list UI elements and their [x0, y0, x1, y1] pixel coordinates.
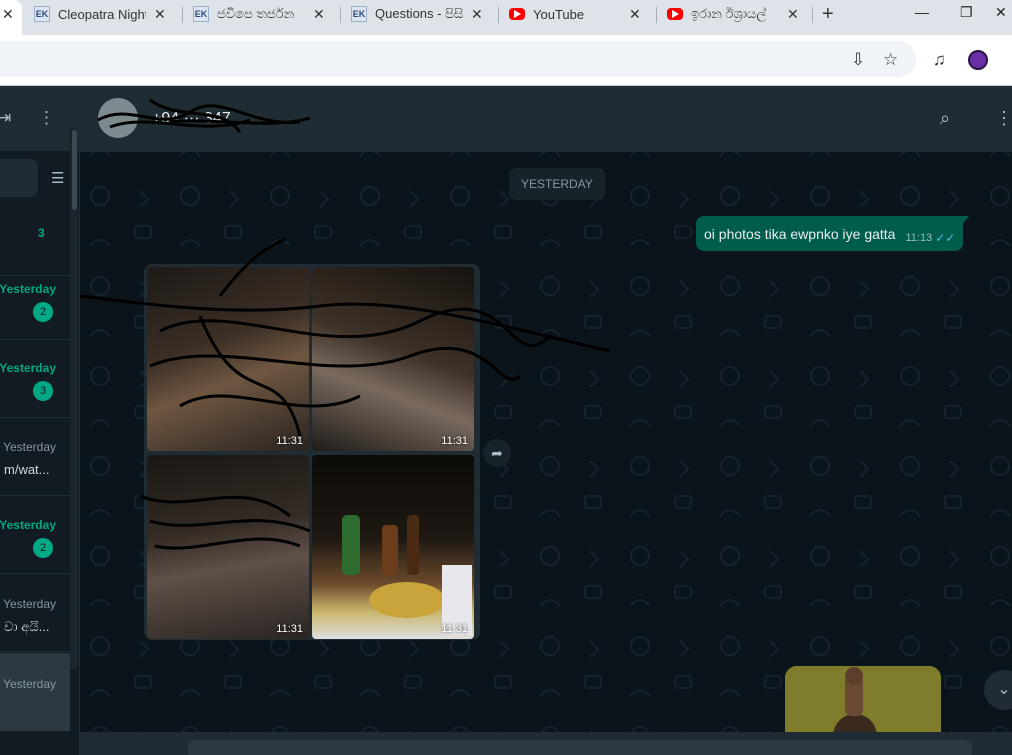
unread-badge: 3 [33, 381, 53, 401]
window-close-icon[interactable]: ✕ [995, 4, 1007, 21]
sidebar-header: ⇥ ⋮ [0, 86, 80, 151]
address-bar[interactable] [0, 41, 916, 77]
bookmark-star-icon[interactable]: ☆ [883, 50, 898, 70]
search-icon[interactable]: ⌕ [940, 108, 950, 129]
redaction-scribble [80, 237, 611, 550]
chat-list-item[interactable]: Yesterday 2 [0, 262, 70, 340]
chat-list-item-selected[interactable]: Yesterday [0, 653, 70, 731]
chat-time: Yesterday [3, 440, 56, 454]
unread-badge: 2 [33, 302, 53, 322]
ek-favicon-icon: EK [193, 6, 209, 22]
outgoing-message[interactable]: oi photos tika ewpnko iye gatta 11:13 ✓✓ [696, 216, 964, 251]
conversation-panel: +94 ··· 347 ⌕ ⋮ YESTERDAY oi photos tika… [80, 86, 1012, 755]
search-input[interactable] [0, 159, 38, 197]
chat-time: Yesterday [0, 361, 56, 375]
minimize-icon[interactable]: — [915, 4, 929, 20]
restore-icon[interactable]: ❐ [960, 4, 973, 21]
chat-list-item[interactable]: Yesterday 3 [0, 340, 70, 418]
menu-icon[interactable]: ⋮ [995, 108, 1012, 129]
tab-title: Cleopatra Nightc [58, 6, 146, 22]
forward-icon[interactable]: ➦ [483, 439, 511, 467]
new-chat-icon[interactable]: ⇥ [0, 108, 11, 128]
tab-divider [498, 7, 499, 23]
close-icon[interactable]: ✕ [154, 6, 166, 23]
close-icon[interactable]: ✕ [629, 6, 641, 23]
chat-preview: වා අයි... [4, 619, 50, 634]
unread-count: 3 [38, 226, 45, 240]
message-composer [80, 732, 1012, 755]
close-icon[interactable]: ✕ [787, 6, 799, 23]
message-text: oi photos tika ewpnko iye gatta [704, 225, 896, 242]
tab-title: YouTube [533, 6, 585, 22]
filter-icon[interactable]: ☰ [51, 169, 64, 187]
ek-favicon-icon: EK [351, 6, 367, 22]
redaction-scribble [97, 98, 311, 133]
chat-time: Yesterday [3, 677, 56, 691]
tab-0[interactable]: EK Cleopatra Nightc ✕ [34, 0, 166, 28]
tab-close-icon[interactable]: ✕ [2, 0, 14, 28]
tab-title: ජවිපෙ තර්ජන [217, 6, 295, 21]
conversation-header[interactable]: +94 ··· 347 ⌕ ⋮ [80, 86, 1012, 152]
chat-list-item[interactable]: Yesterday 2 [0, 496, 70, 574]
close-icon[interactable]: ✕ [471, 6, 483, 23]
youtube-icon [509, 8, 525, 20]
tab-title: ඉරාන ඊශ්‍රායල් [691, 6, 767, 21]
date-separator: YESTERDAY [509, 168, 605, 200]
tab-divider [182, 7, 183, 23]
chat-time: Yesterday [3, 597, 56, 611]
tab-1[interactable]: EK ජවිපෙ තර්ජන ✕ [193, 0, 325, 28]
menu-icon[interactable]: ⋮ [38, 108, 55, 128]
chat-list-item[interactable]: Yesterday m/wat... [0, 418, 70, 496]
chat-list-sidebar: ⇥ ⋮ ☰ 3 Yesterday 2 Yesterday 3 Yesterda… [0, 86, 80, 755]
sidebar-scroll-thumb[interactable] [72, 130, 77, 210]
browser-toolbar: ⇩ ☆ ♫ [0, 35, 1012, 86]
photo-time: 11:31 [276, 623, 303, 635]
chat-time: Yesterday [0, 518, 56, 532]
chat-list-item[interactable]: Yesterday වා අයි... [0, 574, 70, 652]
photo-time: 11:31 [441, 623, 468, 635]
tab-divider [340, 7, 341, 23]
profile-avatar[interactable] [968, 50, 988, 70]
read-ticks-icon: ✓✓ [935, 230, 956, 245]
close-icon[interactable]: ✕ [313, 6, 325, 23]
tab-divider [656, 7, 657, 23]
unread-badge: 2 [33, 538, 53, 558]
new-tab-icon[interactable]: + [822, 3, 834, 26]
message-input[interactable] [188, 740, 972, 755]
ek-favicon-icon: EK [34, 6, 50, 22]
browser-tab-strip: ✕ EK Cleopatra Nightc ✕ EK ජවිපෙ තර්ජන ✕… [0, 0, 1012, 35]
tab-3[interactable]: YouTube ✕ [509, 0, 641, 28]
chat-time: Yesterday [0, 282, 56, 296]
chat-preview: m/wat... [4, 462, 50, 477]
tab-title: Questions - පිසි [375, 6, 463, 21]
install-app-icon[interactable]: ⇩ [851, 50, 865, 70]
bubble-tail [961, 216, 969, 226]
tab-2[interactable]: EK Questions - පිසි ✕ [351, 0, 483, 28]
media-control-icon[interactable]: ♫ [933, 50, 946, 70]
tab-divider [812, 7, 813, 23]
youtube-icon [667, 8, 683, 20]
message-time: 11:13 [905, 231, 933, 244]
tab-4[interactable]: ඉරාන ඊශ්‍රායල් ✕ [667, 0, 799, 28]
